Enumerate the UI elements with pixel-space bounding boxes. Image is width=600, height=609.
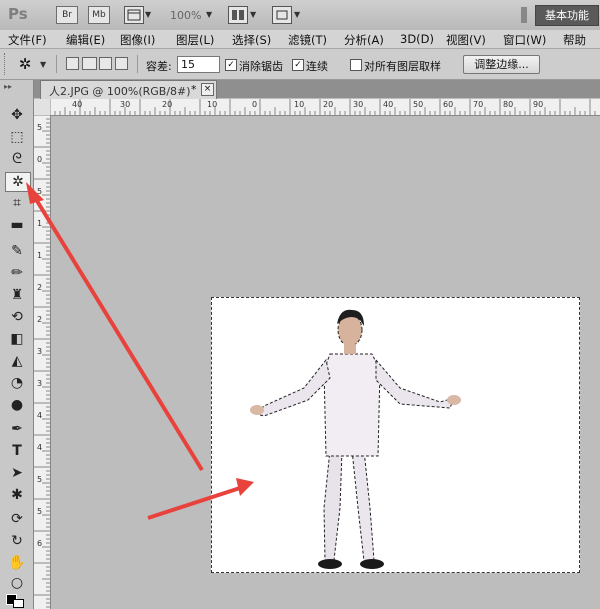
- annotation-arrows: [26, 182, 254, 520]
- annotation-arrow-to-tool: [32, 194, 204, 472]
- annotation-arrow-to-image: [147, 486, 241, 520]
- arrowhead-icon: [236, 478, 254, 496]
- arrowhead-icon: [26, 182, 44, 204]
